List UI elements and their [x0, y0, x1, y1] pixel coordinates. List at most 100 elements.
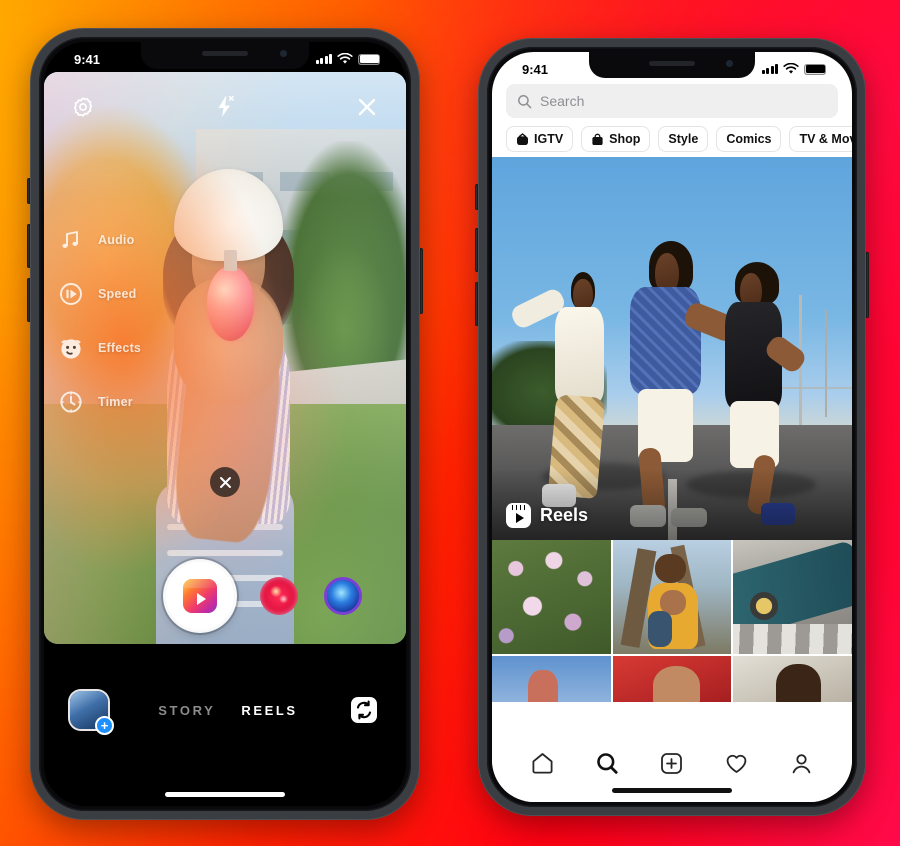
volume-down-button[interactable]	[27, 278, 30, 322]
cellular-signal-icon	[315, 54, 332, 64]
camera-viewport[interactable]: Audio Speed Effects Timer	[44, 72, 406, 644]
smiley-face-icon	[56, 333, 86, 363]
wifi-icon	[783, 63, 799, 74]
reels-camera-screen: Audio Speed Effects Timer 9:41 + STORY R…	[44, 42, 406, 806]
volume-up-button[interactable]	[475, 228, 478, 272]
grid-cell-skateboard[interactable]	[733, 540, 852, 654]
plus-badge-icon: +	[95, 716, 114, 735]
timer-icon	[56, 387, 86, 417]
chip-label: TV & Movies	[799, 132, 852, 146]
volume-down-button[interactable]	[475, 282, 478, 326]
flip-camera-icon[interactable]	[348, 694, 380, 726]
preview-perfume-bottle	[206, 250, 254, 341]
grid-cell-flowers[interactable]	[492, 540, 611, 654]
chip-shop[interactable]: Shop	[581, 126, 651, 152]
chip-style[interactable]: Style	[658, 126, 709, 152]
reels-clapperboard-icon	[506, 503, 531, 528]
status-time: 9:41	[74, 51, 101, 67]
camera-tool-label: Speed	[98, 287, 137, 301]
earpiece-speaker	[649, 61, 695, 66]
left-phone-bezel: Audio Speed Effects Timer 9:41 + STORY R…	[39, 37, 411, 811]
music-note-icon	[56, 225, 86, 255]
camera-tool-effects[interactable]: Effects	[56, 330, 141, 366]
explore-screen: 9:41 Search IGTV Shop Style Comics TV & …	[492, 52, 852, 802]
chip-comics[interactable]: Comics	[716, 126, 782, 152]
gallery-thumbnail-add-icon[interactable]: +	[70, 691, 114, 735]
clear-effect-button[interactable]	[210, 467, 240, 497]
home-icon[interactable]	[529, 750, 555, 776]
mute-switch[interactable]	[27, 178, 30, 204]
flash-off-icon[interactable]	[208, 90, 242, 124]
camera-tools-sidebar: Audio Speed Effects Timer	[56, 222, 141, 438]
lens-filter[interactable]	[324, 577, 362, 615]
search-placeholder: Search	[540, 93, 585, 109]
front-camera-lens	[726, 60, 733, 67]
camera-tool-label: Audio	[98, 233, 135, 247]
camera-tool-speed[interactable]: Speed	[56, 276, 141, 312]
mode-tab-story[interactable]: STORY	[158, 703, 215, 718]
sparkle-filter[interactable]	[260, 577, 298, 615]
earpiece-speaker	[202, 51, 248, 56]
reels-badge[interactable]: Reels	[506, 503, 588, 528]
camera-mode-tabs: STORY REELS	[158, 703, 297, 718]
right-phone-screen: 9:41 Search IGTV Shop Style Comics TV & …	[492, 52, 852, 802]
camera-settings-icon[interactable]	[66, 90, 100, 124]
chip-label: Comics	[726, 132, 772, 146]
chip-tv-and-movies[interactable]: TV & Movies	[789, 126, 852, 152]
right-phone-notch	[589, 52, 755, 78]
reels-hero-video[interactable]: Reels	[492, 157, 852, 540]
camera-bottom-bar: + STORY REELS	[44, 646, 406, 806]
chip-label: Style	[668, 132, 699, 146]
cellular-signal-icon	[761, 64, 778, 74]
speed-play-icon	[56, 279, 86, 309]
right-phone-device: 9:41 Search IGTV Shop Style Comics TV & …	[475, 38, 869, 816]
wifi-icon	[337, 53, 353, 64]
profile-icon[interactable]	[789, 750, 815, 776]
mode-tab-reels[interactable]: REELS	[241, 703, 297, 718]
camera-tool-label: Effects	[98, 341, 142, 355]
battery-icon	[358, 54, 380, 65]
close-icon	[219, 476, 231, 488]
grid-cell-red-hood[interactable]	[612, 656, 732, 702]
power-button[interactable]	[420, 248, 423, 314]
search-icon[interactable]	[594, 750, 620, 776]
battery-icon	[804, 64, 826, 75]
camera-top-controls	[44, 90, 406, 124]
category-chips: IGTV Shop Style Comics TV & Mo	[492, 126, 852, 152]
volume-up-button[interactable]	[27, 224, 30, 268]
grid-cell-portrait[interactable]	[733, 656, 852, 702]
search-icon	[518, 94, 532, 108]
chip-label: IGTV	[534, 132, 564, 146]
left-phone-notch	[141, 42, 309, 69]
camera-tool-timer[interactable]: Timer	[56, 384, 141, 420]
shutter-button[interactable]	[166, 562, 234, 630]
camera-tool-audio[interactable]: Audio	[56, 222, 141, 258]
grid-cell-sky-hand[interactable]	[492, 656, 611, 702]
mute-switch[interactable]	[475, 184, 478, 210]
home-indicator[interactable]	[165, 792, 285, 797]
home-indicator[interactable]	[612, 788, 732, 793]
igtv-icon	[517, 132, 528, 145]
reels-badge-label: Reels	[540, 505, 589, 525]
camera-tool-label: Timer	[98, 395, 133, 409]
chip-igtv[interactable]: IGTV	[506, 126, 574, 152]
status-time: 9:41	[522, 61, 549, 77]
hero-light-pole-2	[824, 310, 827, 418]
reels-gradient-icon	[183, 579, 217, 613]
close-icon[interactable]	[350, 90, 384, 124]
search-section: Search	[492, 84, 852, 118]
chip-label: Shop	[609, 132, 641, 146]
search-input[interactable]: Search	[506, 84, 838, 118]
add-post-icon[interactable]	[659, 750, 685, 776]
right-phone-bezel: 9:41 Search IGTV Shop Style Comics TV & …	[487, 47, 857, 807]
explore-content: Reels	[492, 157, 852, 738]
heart-icon[interactable]	[724, 750, 750, 776]
grid-cell-kids[interactable]	[612, 540, 732, 654]
front-camera-lens	[280, 50, 287, 57]
explore-photo-grid	[492, 540, 852, 702]
shopping-bag-icon	[592, 133, 603, 145]
left-phone-device: Audio Speed Effects Timer 9:41 + STORY R…	[27, 28, 423, 820]
left-phone-screen: Audio Speed Effects Timer 9:41 + STORY R…	[44, 42, 406, 806]
camera-capture-row	[44, 562, 406, 630]
power-button[interactable]	[866, 252, 869, 318]
